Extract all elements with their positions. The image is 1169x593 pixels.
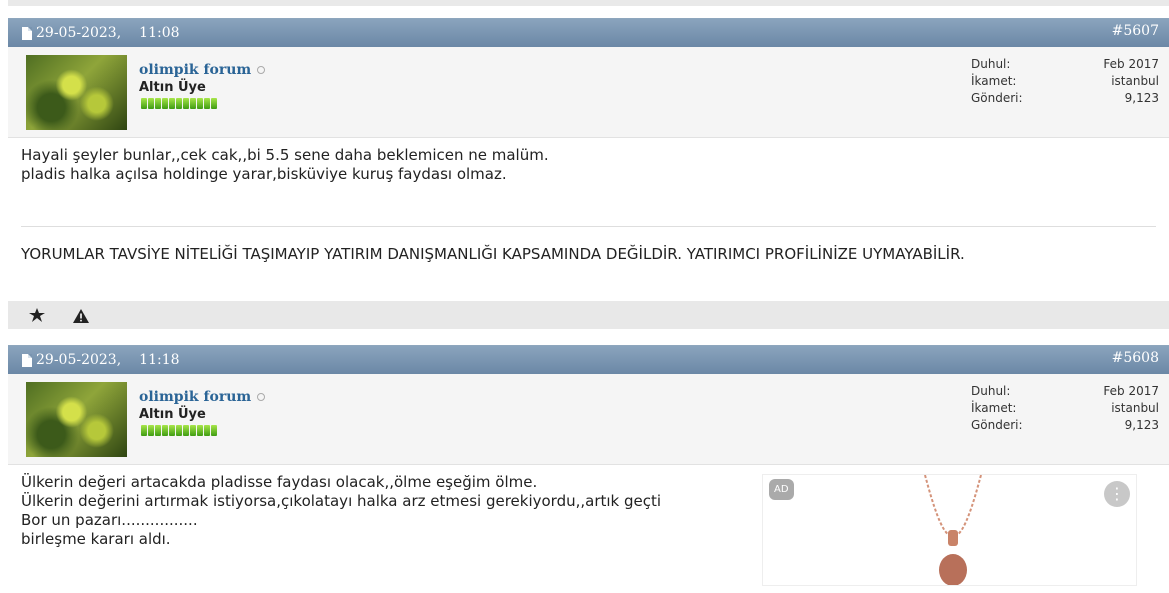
post-5607: 29-05-2023, 11:08 #5607 olimpik forum Al…: [8, 18, 1169, 329]
post-date: 29-05-2023, 11:18: [22, 352, 180, 368]
post-date: 29-05-2023, 11:08: [22, 25, 180, 41]
user-info-bar: olimpik forum Altın Üye Duhul: Feb 2017 İ…: [8, 374, 1169, 465]
user-info-bar: olimpik forum Altın Üye Duhul: Feb 2017 İ…: [8, 47, 1169, 138]
post-date-text: 29-05-2023,: [36, 25, 122, 41]
post-number-link[interactable]: #5607: [1112, 23, 1159, 39]
username-link[interactable]: olimpik forum: [139, 389, 266, 405]
post-time: 11:08: [139, 25, 180, 41]
warning-icon[interactable]: [72, 308, 90, 328]
username-text: olimpik forum: [139, 389, 252, 405]
user-details: Duhul: Feb 2017 İkamet: istanbul Gönderi: 9…: [971, 56, 1159, 107]
post-header: 29-05-2023, 11:08 #5607: [8, 18, 1169, 47]
advertisement[interactable]: AD ⋮: [762, 474, 1137, 586]
signature-text: YORUMLAR TAVSİYE NİTELİĞİ TAŞIMAYIP YATI…: [21, 245, 965, 263]
post-date-text: 29-05-2023,: [36, 352, 122, 368]
posts-count-value: 9,123: [1124, 91, 1159, 105]
posts-count-label: Gönderi:: [971, 91, 1023, 105]
user-rank: Altın Üye: [139, 80, 206, 95]
joined-label: Duhul:: [971, 384, 1011, 398]
joined-value: Feb 2017: [1103, 384, 1159, 398]
username-text: olimpik forum: [139, 62, 252, 78]
post-body: Ülkerin değeri artacakda pladisse faydas…: [8, 465, 1169, 593]
username-link[interactable]: olimpik forum: [139, 62, 266, 78]
previous-post-bottom: [8, 0, 1169, 6]
more-vertical-icon[interactable]: ⋮: [1104, 481, 1130, 507]
avatar[interactable]: [26, 55, 127, 130]
post-5608: 29-05-2023, 11:18 #5608 olimpik forum Al…: [8, 345, 1169, 593]
signature-divider: [21, 226, 1156, 227]
post-number-link[interactable]: #5608: [1112, 350, 1159, 366]
post-footer: [8, 301, 1169, 329]
posts-count-value: 9,123: [1124, 418, 1159, 432]
avatar[interactable]: [26, 382, 127, 457]
location-label: İkamet:: [971, 74, 1017, 88]
post-time: 11:18: [139, 352, 180, 368]
post-body: Hayali şeyler bunlar,,cek cak,,bi 5.5 se…: [8, 138, 1169, 301]
ad-badge: AD: [769, 479, 794, 500]
document-icon: [22, 26, 32, 40]
post-text-line: pladis halka açılsa holdinge yarar,biskü…: [21, 165, 507, 183]
location-value: istanbul: [1111, 401, 1159, 415]
reputation-bar: [141, 425, 217, 436]
necklace-image: [924, 475, 982, 585]
location-value: istanbul: [1111, 74, 1159, 88]
document-icon: [22, 353, 32, 367]
user-rank: Altın Üye: [139, 407, 206, 422]
star-icon[interactable]: [28, 308, 46, 328]
reputation-bar: [141, 98, 217, 109]
post-header: 29-05-2023, 11:18 #5608: [8, 345, 1169, 374]
user-details: Duhul: Feb 2017 İkamet: istanbul Gönderi: 9…: [971, 383, 1159, 434]
location-label: İkamet:: [971, 401, 1017, 415]
post-text-line: Hayali şeyler bunlar,,cek cak,,bi 5.5 se…: [21, 146, 549, 164]
joined-value: Feb 2017: [1103, 57, 1159, 71]
posts-count-label: Gönderi:: [971, 418, 1023, 432]
joined-label: Duhul:: [971, 57, 1011, 71]
status-dot-icon: [257, 66, 266, 74]
status-dot-icon: [257, 393, 266, 401]
